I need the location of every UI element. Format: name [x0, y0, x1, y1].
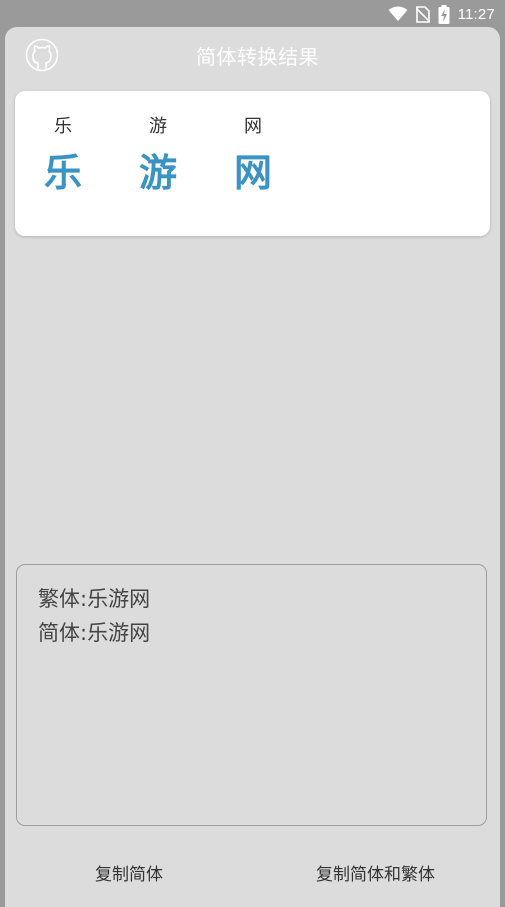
battery-charging-icon	[438, 4, 450, 24]
character-large: 网	[233, 151, 272, 195]
result-text-box[interactable]: 繁体:乐游网 简体:乐游网	[16, 564, 487, 826]
status-icons: 11:27	[388, 4, 495, 24]
page-title: 简体转换结果	[196, 45, 319, 69]
character-small: 网	[244, 116, 262, 137]
character-card: 乐 乐 游 游 网 网	[15, 91, 490, 236]
character-column: 游 游	[128, 115, 188, 195]
character-small: 乐	[54, 116, 72, 137]
traditional-result: 繁体:乐游网	[38, 587, 151, 611]
status-time: 11:27	[457, 5, 495, 23]
status-bar: 11:27	[0, 0, 505, 28]
copy-simplified-button[interactable]: 复制简体	[95, 860, 163, 885]
character-large: 游	[138, 151, 177, 195]
title-bar: 简体转换结果	[5, 27, 500, 83]
main-sheet: 简体转换结果 乐 乐 游 游 网 网 繁体:乐游网 简体:乐游网 复制简体 复制…	[5, 27, 500, 907]
wifi-icon	[388, 6, 408, 21]
character-large: 乐	[43, 151, 82, 195]
no-sim-icon	[415, 5, 430, 23]
simplified-result: 简体:乐游网	[38, 621, 151, 645]
character-small: 游	[149, 116, 167, 137]
character-column: 网 网	[223, 115, 283, 195]
copy-both-button[interactable]: 复制简体和繁体	[316, 860, 435, 885]
character-column: 乐 乐	[33, 115, 93, 195]
